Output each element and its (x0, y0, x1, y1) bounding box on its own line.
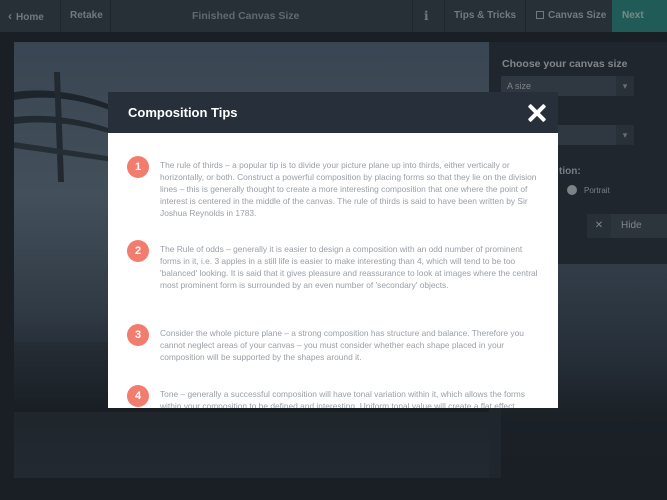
tips-list[interactable]: 1 The rule of thirds – a popular tip is … (108, 133, 558, 408)
dialog-header: Composition Tips (108, 92, 558, 133)
tip-text: The rule of thirds – a popular tip is to… (160, 160, 537, 218)
tip-number-badge: 1 (127, 156, 149, 178)
close-icon[interactable] (525, 101, 549, 125)
tip-text: The Rule of odds – generally it is easie… (160, 244, 538, 290)
tip-text: Consider the whole picture plane – a str… (160, 328, 524, 362)
composition-tips-dialog: Composition Tips 1 The rule of thirds – … (108, 92, 558, 408)
tip-number-badge: 4 (127, 385, 149, 407)
tip-number-badge: 3 (127, 324, 149, 346)
dialog-title: Composition Tips (128, 105, 238, 120)
tip-text: Tone – generally a successful compositio… (160, 389, 525, 408)
tip-number-badge: 2 (127, 240, 149, 262)
